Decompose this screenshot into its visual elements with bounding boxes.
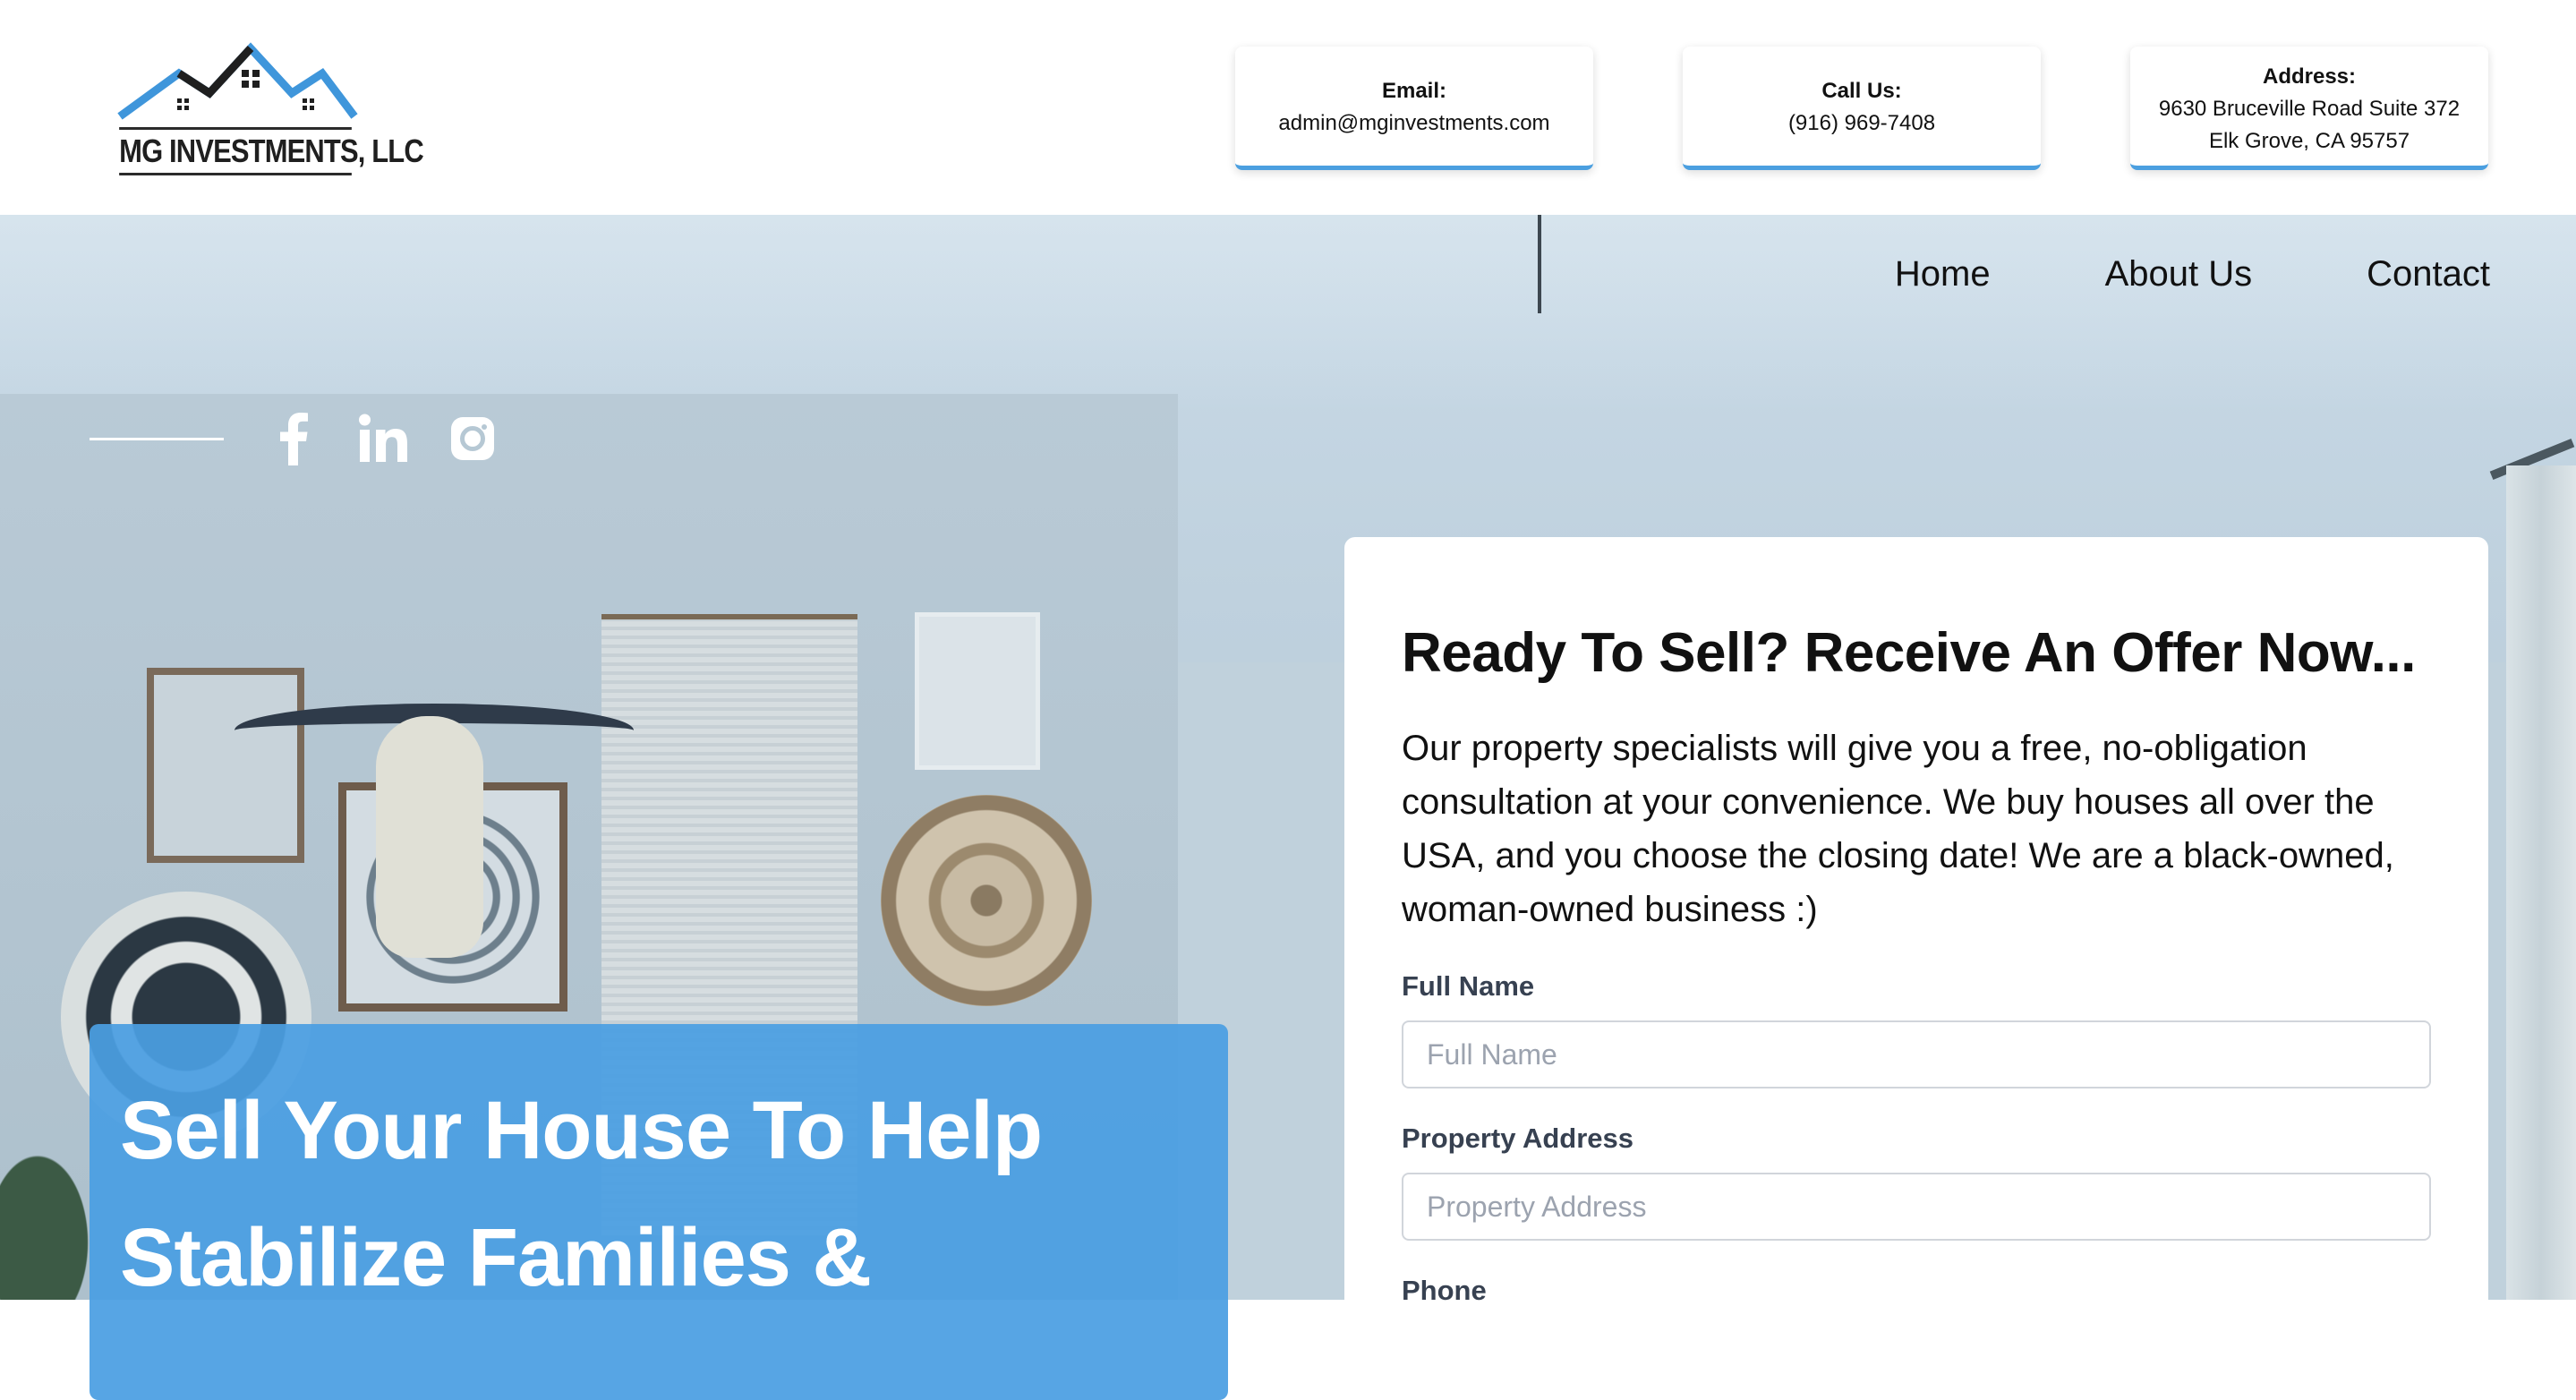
phone-value[interactable]: (916) 969-7408 bbox=[1683, 107, 2041, 140]
hero-headline-box: Sell Your House To Help Stabilize Famili… bbox=[90, 1024, 1228, 1400]
phone-label: Call Us: bbox=[1821, 79, 1902, 103]
property-address-input[interactable] bbox=[1402, 1173, 2431, 1241]
address-line-2: Elk Grove, CA 95757 bbox=[2208, 129, 2410, 153]
site-header: MG INVESTMENTS, LLC Email: admin@mginves… bbox=[0, 0, 2576, 215]
main-nav: Home About Us Contact bbox=[1895, 254, 2490, 295]
facebook-icon[interactable] bbox=[267, 410, 320, 467]
hero-headline-line-2: Stabilize Families & bbox=[120, 1212, 872, 1303]
house-roof-icon bbox=[117, 42, 358, 120]
offer-form-card: Ready To Sell? Receive An Offer Now... O… bbox=[1344, 537, 2488, 1343]
email-value[interactable]: admin@mginvestments.com bbox=[1235, 107, 1593, 140]
email-label: Email: bbox=[1381, 79, 1447, 103]
social-divider-line bbox=[90, 437, 224, 440]
email-card: Email: admin@mginvestments.com bbox=[1235, 47, 1593, 170]
nav-home[interactable]: Home bbox=[1895, 254, 1991, 295]
company-logo[interactable]: MG INVESTMENTS, LLC bbox=[100, 41, 424, 175]
property-address-label: Property Address bbox=[1402, 1123, 1633, 1154]
full-name-label: Full Name bbox=[1402, 970, 1535, 1002]
hero-headline: Sell Your House To Help Stabilize Famili… bbox=[120, 1067, 1198, 1321]
address-label: Address: bbox=[2262, 64, 2357, 89]
botanical-frame bbox=[915, 612, 1040, 770]
address-line-1: 9630 Bruceville Road Suite 372 bbox=[2158, 97, 2461, 121]
instagram-icon[interactable] bbox=[446, 410, 499, 467]
form-intro: Our property specialists will give you a… bbox=[1402, 729, 2394, 929]
hero-headline-line-1: Sell Your House To Help bbox=[120, 1085, 1043, 1176]
woven-basket-decor bbox=[881, 795, 1092, 1006]
hero-background-ceiling bbox=[0, 215, 2576, 412]
logo-text: MG INVESTMENTS, LLC bbox=[119, 127, 424, 175]
phone-label-field: Phone bbox=[1402, 1275, 1487, 1306]
form-title: Ready To Sell? Receive An Offer Now... bbox=[1402, 622, 2416, 684]
bull-skull-decor bbox=[376, 716, 483, 958]
full-name-input[interactable] bbox=[1402, 1020, 2431, 1088]
social-links bbox=[90, 410, 535, 467]
linkedin-icon[interactable] bbox=[356, 410, 410, 467]
picture-frame bbox=[147, 668, 304, 863]
ceiling-fan-rod bbox=[1538, 215, 1541, 313]
nav-contact[interactable]: Contact bbox=[2367, 254, 2490, 295]
address-card: Address: 9630 Bruceville Road Suite 372 … bbox=[2130, 47, 2488, 170]
nav-about-us[interactable]: About Us bbox=[2105, 254, 2253, 295]
curtain bbox=[2506, 465, 2576, 1300]
phone-card: Call Us: (916) 969-7408 bbox=[1683, 47, 2041, 170]
